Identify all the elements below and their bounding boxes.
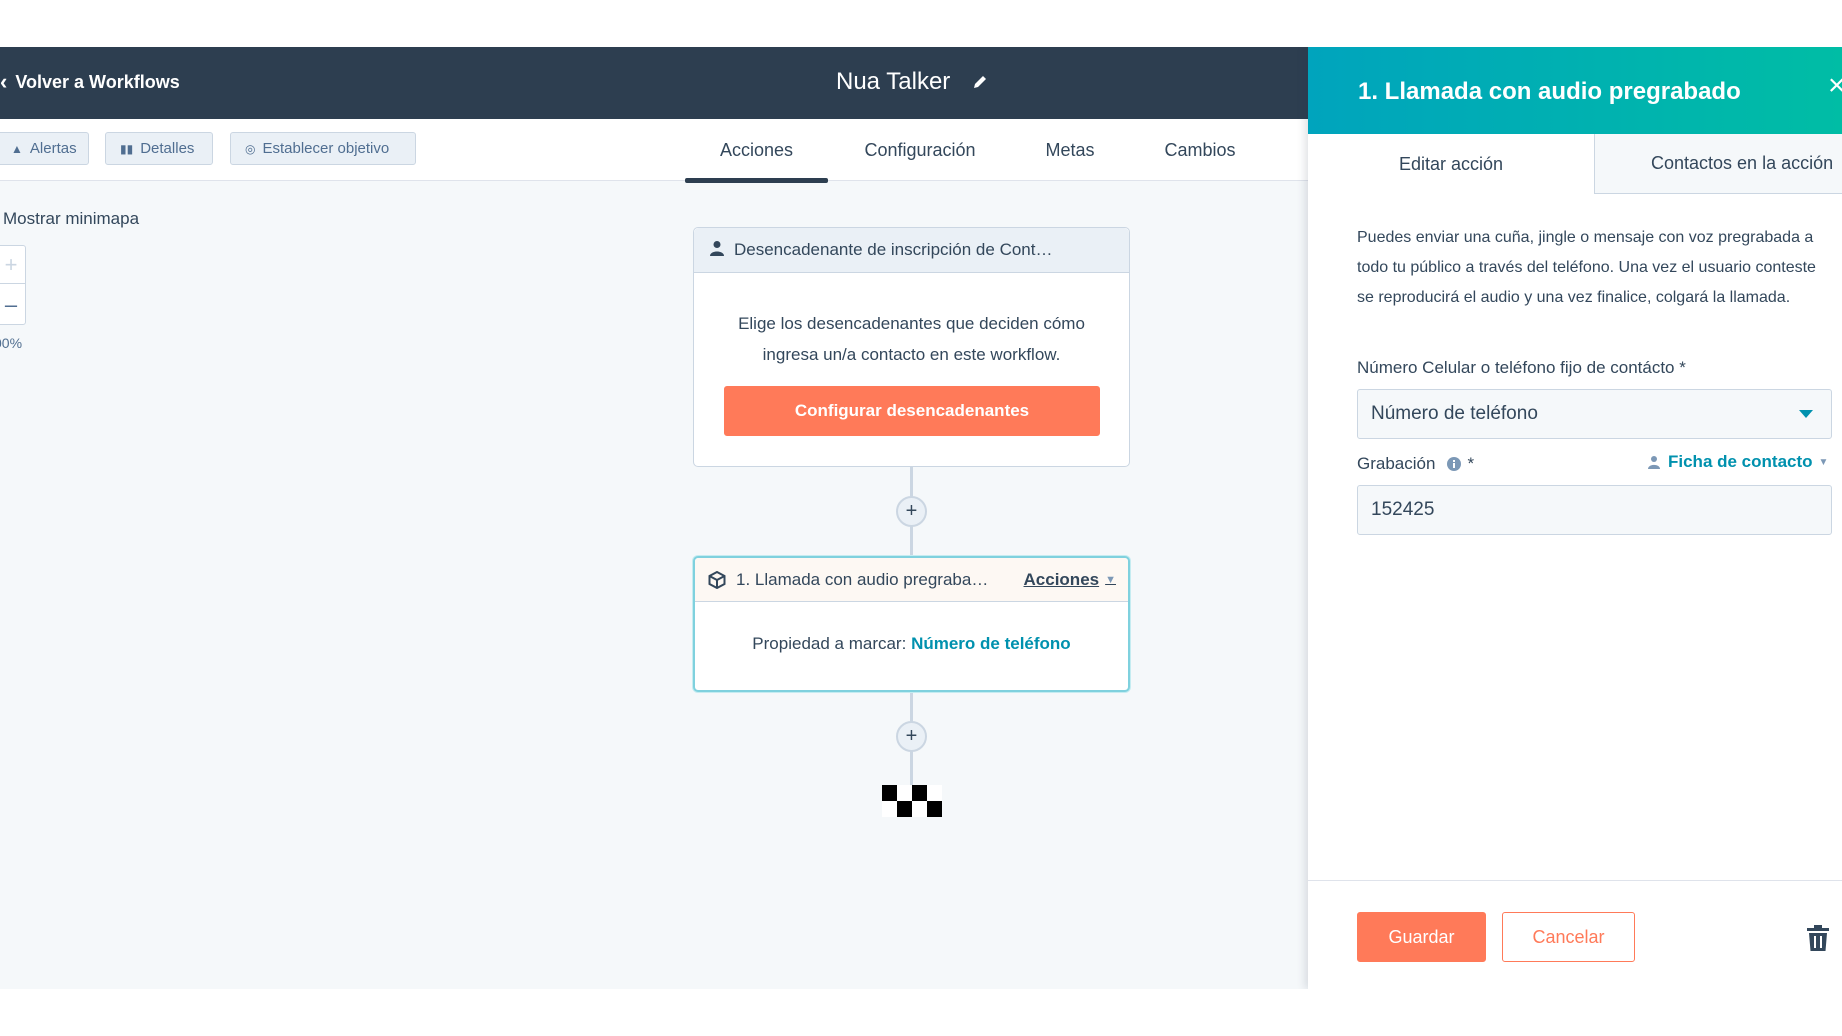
panel-tabs: Editar acción Contactos en la acción (1308, 134, 1842, 194)
details-button[interactable]: ▮▮ Detalles (105, 132, 213, 165)
close-icon[interactable]: × (1828, 71, 1842, 101)
workflow-title-text: Nua Talker (836, 68, 951, 95)
zoom-level: 00% (0, 335, 23, 351)
back-link-label: Volver a Workflows (15, 71, 180, 92)
panel-title: 1. Llamada con audio pregrabado (1358, 78, 1741, 105)
panel-footer: Guardar Cancelar (1308, 880, 1842, 989)
show-minimap-toggle[interactable]: Mostrar minimapa (3, 209, 139, 229)
action-description: Puedes enviar una cuña, jingle o mensaje… (1357, 229, 1816, 306)
phone-select-value: Número de teléfono (1371, 403, 1538, 424)
workflow-end-flag-icon (882, 785, 942, 817)
cancel-button[interactable]: Cancelar (1502, 912, 1635, 962)
tab-configuration[interactable]: Configuración (848, 119, 992, 181)
add-action-button[interactable]: + (896, 496, 927, 527)
property-value-link[interactable]: Número de teléfono (911, 634, 1071, 653)
enrollment-trigger-card[interactable]: Desencadenante de inscripción de Cont… E… (693, 227, 1130, 467)
tab-changes[interactable]: Cambios (1150, 119, 1250, 181)
toolbar: ▲ Alertas ▮▮ Detalles ◎ Establecer objet… (0, 119, 1308, 183)
info-icon[interactable] (1447, 457, 1462, 471)
actions-dropdown-label: Acciones (1023, 570, 1100, 589)
target-icon: ◎ (245, 141, 256, 156)
contact-card-dropdown[interactable]: Ficha de contacto ▼ (1648, 452, 1828, 472)
action-card-body: Propiedad a marcar: Número de teléfono (695, 634, 1128, 654)
recording-label-text: Grabación (1357, 454, 1436, 473)
set-goal-button[interactable]: ◎ Establecer objetivo (230, 132, 416, 165)
back-to-workflows-link[interactable]: ‹ Volver a Workflows (0, 71, 180, 93)
phone-field-label: Número Celular o teléfono fijo de contác… (1357, 358, 1686, 377)
alerts-button[interactable]: ▲ Alertas (0, 132, 89, 165)
action-card-title: 1. Llamada con audio pregraba… (736, 569, 989, 589)
save-button[interactable]: Guardar (1357, 912, 1486, 962)
warning-icon: ▲ (11, 141, 23, 156)
configure-triggers-button[interactable]: Configurar desencadenantes (724, 386, 1100, 436)
set-goal-button-label: Establecer objetivo (262, 140, 390, 157)
contact-card-label: Ficha de contacto (1668, 452, 1813, 471)
caret-down-icon: ▼ (1105, 574, 1116, 586)
phone-property-select[interactable]: Número de teléfono (1357, 389, 1832, 439)
top-header: ‹ Volver a Workflows Nua Talker (0, 47, 1308, 119)
bar-chart-icon: ▮▮ (120, 141, 134, 156)
zoom-out-button[interactable]: – (0, 285, 25, 325)
caret-down-icon (1799, 410, 1813, 418)
action-card-call[interactable]: 1. Llamada con audio pregraba… Acciones … (693, 556, 1130, 692)
tab-edit-action[interactable]: Editar acción (1308, 134, 1594, 194)
recording-input[interactable] (1357, 485, 1832, 535)
pencil-icon[interactable] (972, 74, 988, 90)
action-edit-panel: 1. Llamada con audio pregrabado × Editar… (1308, 47, 1842, 989)
zoom-in-button[interactable]: + (0, 246, 25, 284)
trigger-card-title: Desencadenante de inscripción de Cont… (734, 240, 1053, 259)
required-mark: * (1467, 454, 1475, 473)
zoom-controls: + – (0, 245, 26, 325)
actions-dropdown[interactable]: Acciones ▼ (1024, 570, 1116, 590)
tab-actions[interactable]: Acciones (685, 119, 828, 183)
caret-down-icon: ▼ (1818, 456, 1829, 468)
workflow-editor: ‹ Volver a Workflows Nua Talker ▲ Alerta… (0, 47, 1842, 989)
trigger-description: Elige los desencadenantes que deciden có… (738, 314, 1085, 364)
trash-icon[interactable] (1806, 925, 1830, 951)
user-icon (710, 240, 724, 261)
user-icon (1648, 455, 1660, 469)
tab-contacts-in-action[interactable]: Contactos en la acción (1594, 134, 1842, 194)
chevron-left-icon: ‹ (0, 69, 8, 94)
alerts-button-label: Alertas (29, 140, 77, 157)
property-label: Propiedad a marcar: (752, 634, 907, 653)
cube-icon (708, 570, 726, 589)
panel-header: 1. Llamada con audio pregrabado × (1308, 47, 1842, 134)
recording-field-label: Grabación * (1357, 454, 1474, 474)
add-action-button[interactable]: + (896, 721, 927, 752)
workflow-title: Nua Talker (836, 68, 988, 96)
details-button-label: Detalles (140, 140, 195, 157)
trigger-card-header[interactable]: Desencadenante de inscripción de Cont… (694, 228, 1129, 273)
tab-goals[interactable]: Metas (1030, 119, 1110, 181)
